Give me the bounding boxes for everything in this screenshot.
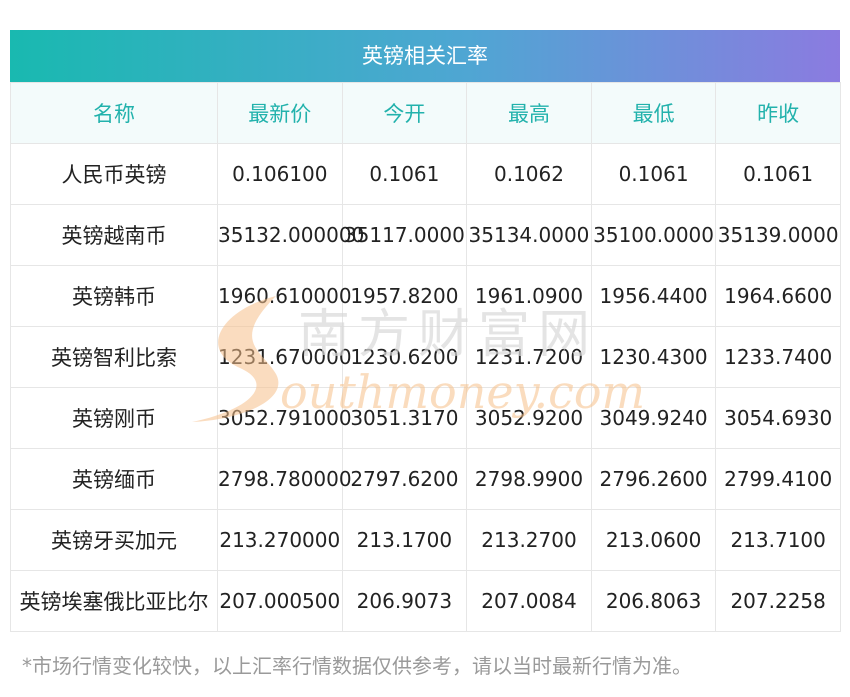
table-row: 人民币英镑 0.106100 0.1061 0.1062 0.1061 0.10… [10, 143, 841, 205]
high-price: 1231.7200 [466, 326, 592, 388]
low-price: 3049.9240 [590, 387, 717, 449]
page: 英镑相关汇率 名称 最新价 今开 最高 最低 昨收 人民币英镑 0.106100… [0, 0, 850, 697]
high-price: 2798.9900 [466, 448, 592, 510]
prev-close-price: 207.2258 [715, 570, 841, 632]
table-row: 英镑越南币 35132.000000 35117.0000 35134.0000… [10, 204, 841, 266]
open-price: 35117.0000 [341, 204, 468, 266]
table-header-row: 名称 最新价 今开 最高 最低 昨收 [10, 82, 841, 144]
column-header-prev-close: 昨收 [715, 82, 841, 144]
low-price: 35100.0000 [590, 204, 717, 266]
low-price: 1956.4400 [590, 265, 717, 327]
table-title: 英镑相关汇率 [10, 30, 840, 82]
low-price: 213.0600 [590, 509, 717, 571]
open-price: 0.1061 [341, 143, 468, 205]
prev-close-price: 1233.7400 [715, 326, 841, 388]
open-price: 206.9073 [341, 570, 468, 632]
currency-pair-name: 英镑智利比索 [10, 326, 218, 388]
prev-close-price: 213.7100 [715, 509, 841, 571]
currency-pair-name: 人民币英镑 [10, 143, 218, 205]
open-price: 3051.3170 [341, 387, 468, 449]
column-header-name: 名称 [10, 82, 218, 144]
disclaimer-footnote: *市场行情变化较快，以上汇率行情数据仅供参考，请以当时最新行情为准。 [22, 654, 692, 678]
low-price: 206.8063 [590, 570, 717, 632]
table-row: 英镑埃塞俄比亚比尔 207.000500 206.9073 207.0084 2… [10, 570, 841, 632]
table-row: 英镑韩币 1960.610000 1957.8200 1961.0900 195… [10, 265, 841, 327]
prev-close-price: 0.1061 [715, 143, 841, 205]
table-row: 英镑刚币 3052.791000 3051.3170 3052.9200 304… [10, 387, 841, 449]
latest-price: 0.106100 [217, 143, 343, 205]
latest-price: 1231.670000 [217, 326, 352, 388]
high-price: 35134.0000 [466, 204, 592, 266]
table-row: 英镑牙买加元 213.270000 213.1700 213.2700 213.… [10, 509, 841, 571]
low-price: 2796.2600 [590, 448, 717, 510]
latest-price: 2798.780000 [217, 448, 352, 510]
currency-pair-name: 英镑埃塞俄比亚比尔 [10, 570, 218, 632]
open-price: 1957.8200 [341, 265, 468, 327]
low-price: 0.1061 [590, 143, 717, 205]
latest-price: 207.000500 [217, 570, 343, 632]
open-price: 213.1700 [341, 509, 468, 571]
column-header-low: 最低 [590, 82, 717, 144]
latest-price: 213.270000 [217, 509, 343, 571]
high-price: 213.2700 [466, 509, 592, 571]
high-price: 1961.0900 [466, 265, 592, 327]
open-price: 2797.6200 [341, 448, 468, 510]
currency-pair-name: 英镑牙买加元 [10, 509, 218, 571]
table-row: 英镑智利比索 1231.670000 1230.6200 1231.7200 1… [10, 326, 841, 388]
latest-price: 1960.610000 [217, 265, 352, 327]
prev-close-price: 1964.6600 [715, 265, 841, 327]
currency-pair-name: 英镑缅币 [10, 448, 218, 510]
open-price: 1230.6200 [341, 326, 468, 388]
prev-close-price: 3054.6930 [715, 387, 841, 449]
column-header-latest: 最新价 [217, 82, 343, 144]
prev-close-price: 2799.4100 [715, 448, 841, 510]
latest-price: 3052.791000 [217, 387, 352, 449]
currency-pair-name: 英镑刚币 [10, 387, 218, 449]
latest-price: 35132.000000 [217, 204, 364, 266]
prev-close-price: 35139.0000 [715, 204, 841, 266]
column-header-high: 最高 [466, 82, 592, 144]
high-price: 3052.9200 [466, 387, 592, 449]
currency-pair-name: 英镑韩币 [10, 265, 218, 327]
high-price: 207.0084 [466, 570, 592, 632]
exchange-rate-table: 名称 最新价 今开 最高 最低 昨收 人民币英镑 0.106100 0.1061… [10, 82, 841, 632]
column-header-open: 今开 [341, 82, 468, 144]
low-price: 1230.4300 [590, 326, 717, 388]
high-price: 0.1062 [466, 143, 592, 205]
currency-pair-name: 英镑越南币 [10, 204, 218, 266]
table-row: 英镑缅币 2798.780000 2797.6200 2798.9900 279… [10, 448, 841, 510]
